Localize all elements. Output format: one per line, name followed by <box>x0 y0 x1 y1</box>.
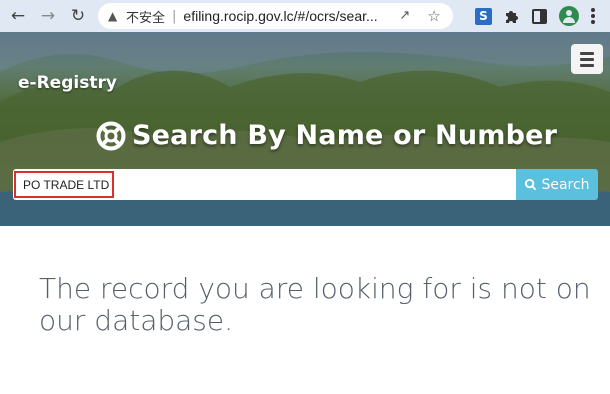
share-icon[interactable]: ↗ <box>399 8 415 24</box>
browser-toolbar: ← → ↻ ▲ 不安全 | efiling.rocip.gov.lc/#/ocr… <box>0 0 610 32</box>
hamburger-bar <box>580 51 594 55</box>
hamburger-menu-button[interactable] <box>571 44 603 74</box>
hamburger-bar <box>580 57 594 61</box>
warning-triangle-icon[interactable]: ▲ <box>108 9 121 23</box>
bookmark-star-icon[interactable]: ☆ <box>427 8 443 24</box>
reload-icon[interactable]: ↻ <box>68 6 88 26</box>
heading-text: Search By Name or Number <box>132 120 558 151</box>
puzzle-extensions-icon[interactable] <box>504 8 520 24</box>
hero-banner: e-Registry Search By Name or Number PO T… <box>0 32 610 226</box>
profile-avatar-icon[interactable] <box>559 6 579 26</box>
address-bar[interactable]: ▲ 不安全 | efiling.rocip.gov.lc/#/ocrs/sear… <box>98 3 453 29</box>
back-arrow-icon[interactable]: ← <box>8 6 28 26</box>
hamburger-bar <box>580 63 594 67</box>
side-panel-icon[interactable] <box>532 8 547 24</box>
url-text[interactable]: efiling.rocip.gov.lc/#/ocrs/sear... <box>183 8 393 24</box>
address-separator: | <box>172 8 177 24</box>
not-found-message: The record you are looking for is not on… <box>39 273 609 337</box>
page-heading: Search By Name or Number <box>96 120 557 151</box>
not-found-message-text: The record you are looking for is not on… <box>39 272 591 337</box>
forward-arrow-icon[interactable]: → <box>38 6 58 26</box>
magnifier-icon <box>525 178 537 191</box>
insecure-label[interactable]: 不安全 <box>126 7 165 26</box>
extension-s-icon[interactable]: S <box>475 7 492 25</box>
life-ring-icon <box>96 121 126 150</box>
search-button[interactable]: Search <box>516 169 598 200</box>
search-button-label: Search <box>541 176 590 193</box>
brand-logo-text[interactable]: e-Registry <box>18 73 117 93</box>
browser-menu-icon[interactable] <box>591 8 595 24</box>
search-input-value[interactable]: PO TRADE LTD <box>14 171 114 198</box>
